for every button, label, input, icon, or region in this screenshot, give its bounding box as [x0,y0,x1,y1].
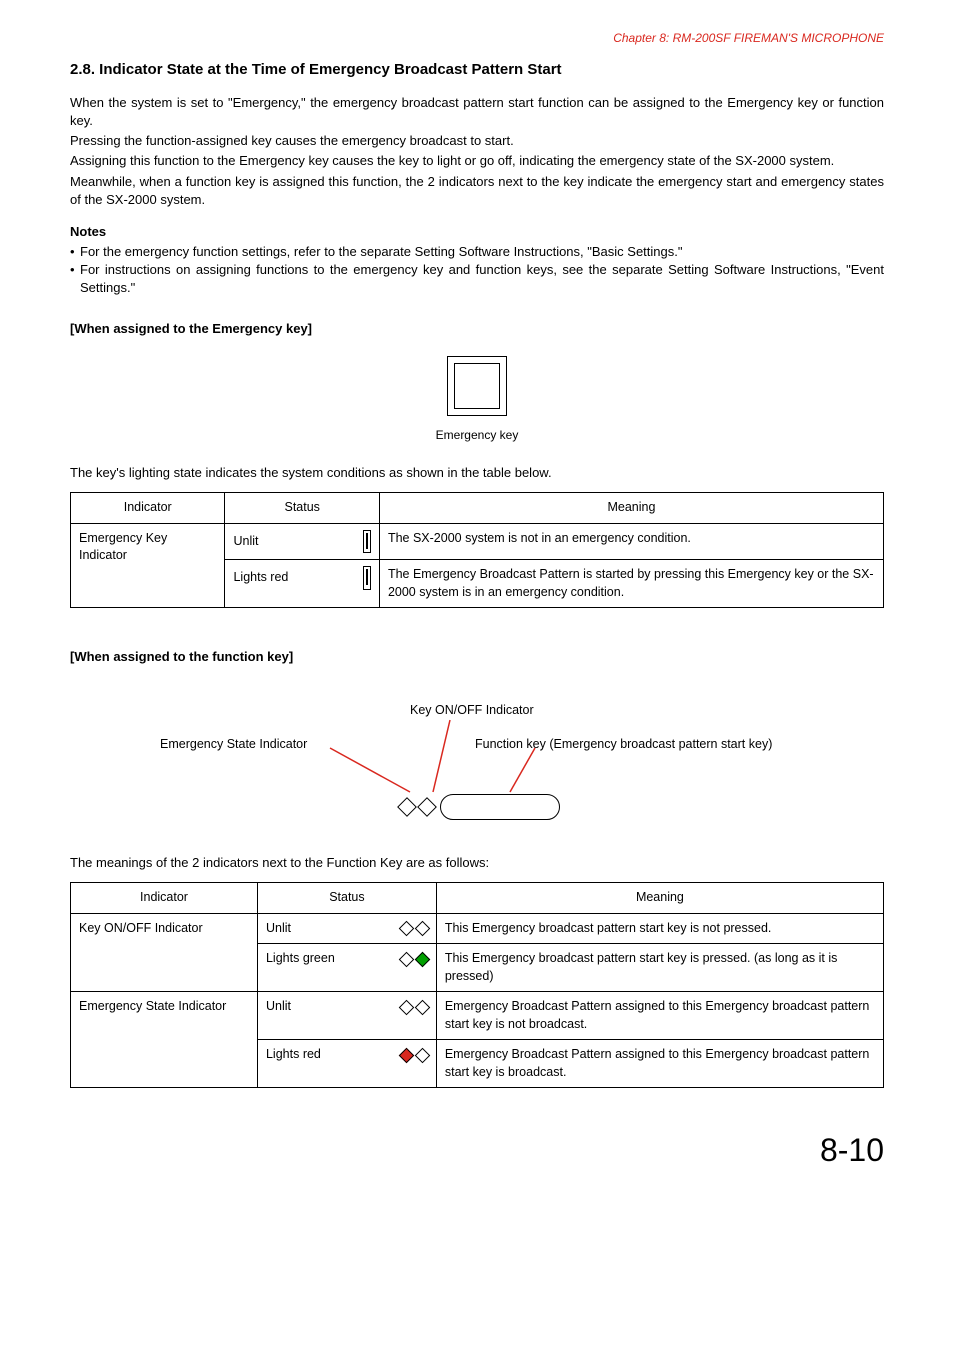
paragraph-3: Assigning this function to the Emergency… [70,152,884,170]
note-text: For the emergency function settings, ref… [80,243,884,261]
th-meaning: Meaning [436,883,883,914]
key-red-icon [363,566,371,590]
led-icon [399,951,415,967]
led-icon [399,921,415,937]
status-label: Unlit [266,998,291,1016]
section-title: 2.8. Indicator State at the Time of Emer… [70,59,884,80]
note-text: For instructions on assigning functions … [80,261,884,297]
chapter-header: Chapter 8: RM-200SF FIREMAN'S MICROPHONE [70,30,884,47]
cell-status: Unlit [257,913,436,944]
led-icon [415,999,431,1015]
cell-meaning: Emergency Broadcast Pattern assigned to … [436,1040,883,1088]
notes-title: Notes [70,223,884,241]
emergency-key-figure: Emergency key [70,356,884,444]
cell-meaning: Emergency Broadcast Pattern assigned to … [436,992,883,1040]
emergency-key-caption: Emergency key [70,427,884,444]
bullet-icon: • [70,243,80,261]
status-label: Unlit [233,533,258,551]
note-item: • For the emergency function settings, r… [70,243,884,261]
bullet-icon: • [70,261,80,279]
status-label: Unlit [266,920,291,938]
cell-indicator: Key ON/OFF Indicator [71,913,258,992]
label-emstate: Emergency State Indicator [160,736,307,754]
led-right-icon [417,797,437,817]
th-status: Status [257,883,436,914]
cell-indicator: Emergency Key Indicator [71,523,225,608]
label-onoff: Key ON/OFF Indicator [410,702,534,720]
cell-meaning: The SX-2000 system is not in an emergenc… [379,523,883,560]
fnk-lead: The meanings of the 2 indicators next to… [70,854,884,872]
led-left-icon [397,797,417,817]
paragraph-4: Meanwhile, when a function key is assign… [70,173,884,209]
th-status: Status [225,493,379,524]
function-key-pill-icon [440,794,560,820]
cell-meaning: This Emergency broadcast pattern start k… [436,944,883,992]
th-indicator: Indicator [71,883,258,914]
th-indicator: Indicator [71,493,225,524]
table-header-row: Indicator Status Meaning [71,493,884,524]
note-item: • For instructions on assigning function… [70,261,884,297]
cell-status: Lights red [225,560,379,608]
cell-status: Unlit [225,523,379,560]
led-green-icon [415,951,431,967]
cell-status: Lights green [257,944,436,992]
emergency-key-inner-icon [454,363,500,409]
paragraph-2: Pressing the function-assigned key cause… [70,132,884,150]
cell-status: Lights red [257,1040,436,1088]
cell-status: Unlit [257,992,436,1040]
status-label: Lights green [266,950,335,968]
paragraph-1: When the system is set to "Emergency," t… [70,94,884,130]
cell-meaning: This Emergency broadcast pattern start k… [436,913,883,944]
led-icon [399,999,415,1015]
emk-subhead: [When assigned to the Emergency key] [70,320,884,338]
fnk-table: Indicator Status Meaning Key ON/OFF Indi… [70,882,884,1088]
led-pair-icon [401,1050,428,1061]
emk-lead: The key's lighting state indicates the s… [70,464,884,482]
led-pair-icon [401,1002,428,1013]
status-label: Lights red [233,569,288,587]
page-number: 8-10 [70,1128,884,1173]
label-fnkey: Function key (Emergency broadcast patter… [475,736,772,754]
emk-table: Indicator Status Meaning Emergency Key I… [70,492,884,608]
table-header-row: Indicator Status Meaning [71,883,884,914]
led-red-icon [399,1047,415,1063]
key-unlit-icon [363,530,371,554]
cell-meaning: The Emergency Broadcast Pattern is start… [379,560,883,608]
table-row: Emergency State Indicator Unlit Emergenc… [71,992,884,1040]
th-meaning: Meaning [379,493,883,524]
table-row: Emergency Key Indicator Unlit The SX-200… [71,523,884,560]
emergency-key-outer-icon [447,356,507,416]
led-icon [415,1047,431,1063]
cell-indicator: Emergency State Indicator [71,992,258,1088]
led-pair-icon [401,923,428,934]
status-label: Lights red [266,1046,321,1064]
function-key-diagram: Key ON/OFF Indicator Emergency State Ind… [70,684,884,834]
led-icon [415,921,431,937]
led-pair-icon [401,954,428,965]
fnk-subhead: [When assigned to the function key] [70,648,884,666]
table-row: Key ON/OFF Indicator Unlit This Emergenc… [71,913,884,944]
